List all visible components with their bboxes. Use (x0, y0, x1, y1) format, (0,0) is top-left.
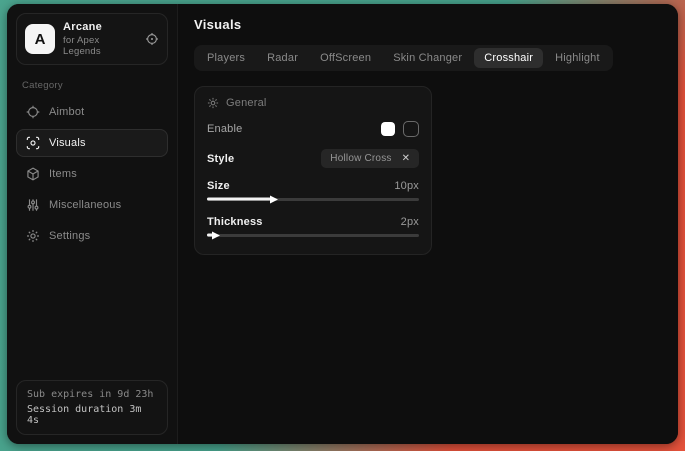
thickness-value: 2px (401, 216, 419, 228)
crosshair-icon (26, 105, 40, 119)
sidebar-item-miscellaneous[interactable]: Miscellaneous (16, 191, 168, 219)
eye-scan-icon (26, 136, 40, 150)
enable-toggles (381, 121, 419, 137)
thickness-slider-fill (207, 234, 213, 237)
size-slider-thumb[interactable] (270, 195, 278, 203)
tab-radar[interactable]: Radar (257, 48, 308, 68)
tab-players[interactable]: Players (197, 48, 255, 68)
brand-title: Arcane (63, 21, 137, 33)
sidebar-item-aimbot[interactable]: Aimbot (16, 98, 168, 126)
subscription-card: Sub expires in 9d 23h Session duration 3… (16, 380, 168, 435)
gear-icon (26, 229, 40, 243)
brand-logo: A (25, 24, 55, 54)
size-row: Size 10px (207, 180, 419, 192)
enable-row: Enable (207, 121, 419, 137)
style-value: Hollow Cross (330, 153, 391, 164)
tab-bar: Players Radar OffScreen Skin Changer Cro… (194, 45, 613, 71)
sidebar-spacer (16, 250, 168, 380)
thickness-slider-row (207, 230, 419, 240)
scope-icon[interactable] (145, 32, 159, 46)
cube-icon (26, 167, 40, 181)
tab-crosshair[interactable]: Crosshair (474, 48, 543, 68)
tab-offscreen[interactable]: OffScreen (310, 48, 381, 68)
sidebar-item-label: Settings (49, 230, 90, 242)
enable-label: Enable (207, 123, 242, 135)
remove-icon[interactable]: ✕ (402, 154, 410, 164)
brand-logo-letter: A (35, 31, 46, 48)
category-label: Category (22, 80, 162, 91)
sidebar-item-label: Aimbot (49, 106, 84, 118)
size-slider-fill (207, 198, 271, 201)
size-value: 10px (394, 180, 419, 192)
sidebar-nav: Aimbot Visuals Items (16, 98, 168, 250)
general-panel-title: General (226, 97, 267, 109)
enable-keybind-box[interactable] (403, 121, 419, 137)
gear-icon (207, 97, 219, 109)
sidebar-item-label: Visuals (49, 137, 86, 149)
tab-skin-changer[interactable]: Skin Changer (383, 48, 472, 68)
size-slider-row (207, 194, 419, 204)
sliders-icon (26, 198, 40, 212)
thickness-slider[interactable] (207, 230, 419, 240)
size-label: Size (207, 180, 230, 192)
size-slider[interactable] (207, 194, 419, 204)
style-select[interactable]: Hollow Cross ✕ (321, 149, 419, 168)
thickness-slider-track[interactable] (207, 234, 419, 237)
brand-card: A Arcane for Apex Legends (16, 13, 168, 65)
general-panel: General Enable Style Hollow Cross ✕ Size… (194, 86, 432, 255)
page-title: Visuals (194, 17, 662, 32)
enable-checkbox-checked[interactable] (381, 122, 395, 136)
sidebar-item-label: Items (49, 168, 77, 180)
session-duration-text: Session duration 3m 4s (27, 404, 157, 426)
sidebar: A Arcane for Apex Legends Category (7, 4, 178, 444)
thickness-slider-thumb[interactable] (212, 231, 220, 239)
sidebar-item-visuals[interactable]: Visuals (16, 129, 168, 157)
main-area: Visuals Players Radar OffScreen Skin Cha… (178, 4, 678, 444)
brand-subtitle: for Apex Legends (63, 35, 137, 57)
sidebar-item-items[interactable]: Items (16, 160, 168, 188)
sidebar-item-settings[interactable]: Settings (16, 222, 168, 250)
sidebar-item-label: Miscellaneous (49, 199, 121, 211)
thickness-row: Thickness 2px (207, 216, 419, 228)
style-row: Style Hollow Cross ✕ (207, 149, 419, 168)
tab-highlight[interactable]: Highlight (545, 48, 610, 68)
sub-expires-text: Sub expires in 9d 23h (27, 389, 157, 400)
app-window: A Arcane for Apex Legends Category (7, 4, 678, 444)
brand-text: Arcane for Apex Legends (63, 21, 137, 57)
thickness-label: Thickness (207, 216, 263, 228)
general-panel-header: General (207, 97, 419, 109)
style-label: Style (207, 153, 234, 165)
